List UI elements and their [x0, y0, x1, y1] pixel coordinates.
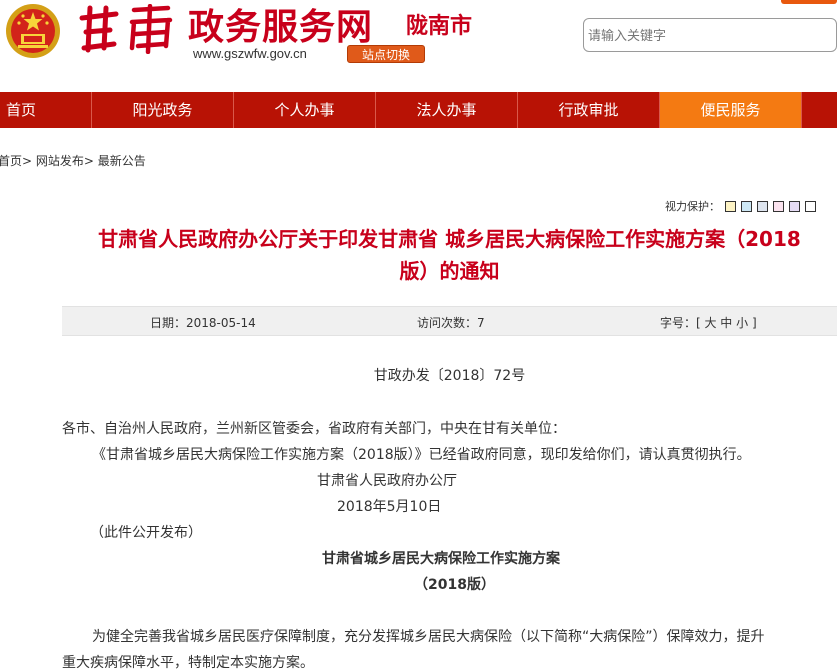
- plan-subtitle: （2018版）: [414, 577, 495, 593]
- color-swatch-purple[interactable]: [789, 200, 800, 212]
- nav-item-approval[interactable]: 行政审批: [518, 92, 660, 128]
- article-date: 日期：2018-05-14: [150, 316, 256, 330]
- search-box: [583, 18, 837, 52]
- breadcrumb-separator: >: [22, 154, 36, 168]
- breadcrumb-separator: >: [83, 154, 98, 168]
- article-visits: 访问次数：7: [417, 316, 485, 330]
- color-swatch-white[interactable]: [805, 200, 816, 212]
- public-note: （此件公开发布）: [90, 525, 202, 541]
- color-swatch-blue[interactable]: [741, 200, 752, 212]
- nav-item-corporate[interactable]: 法人办事: [376, 92, 518, 128]
- nav-item-convenience[interactable]: 便民服务: [660, 92, 802, 128]
- top-accent-bar: [781, 0, 837, 4]
- search-input[interactable]: [588, 26, 828, 46]
- issue-date: 2018年5月10日: [337, 499, 442, 515]
- font-size-switcher[interactable]: 字号：[ 大 中 小 ]: [660, 314, 757, 331]
- color-swatch-pink[interactable]: [773, 200, 784, 212]
- color-swatch-yellow[interactable]: [725, 200, 736, 212]
- nav-item-personal[interactable]: 个人办事: [234, 92, 376, 128]
- plan-title: 甘肃省城乡居民大病保险工作实施方案: [322, 551, 560, 567]
- site-switch-button[interactable]: 站点切换: [347, 45, 425, 63]
- article-title-line2: 版）的通知: [399, 259, 500, 283]
- site-header: 政务服务网 陇南市 www.gszwfw.gov.cn 站点切换: [0, 0, 837, 92]
- nav-item-sunshine-gov[interactable]: 阳光政务: [92, 92, 234, 128]
- article-info-bar: 日期：2018-05-14 访问次数：7 字号：[ 大 中 小 ]: [62, 306, 837, 336]
- article-title-line1: 甘肃省人民政府办公厅关于印发甘肃省 城乡居民大病保险工作实施方案（2018: [98, 227, 801, 251]
- gansu-calligraphy-logo: [79, 4, 173, 54]
- breadcrumb: 首页> 网站发布> 最新公告: [0, 152, 146, 169]
- addressee: 各市、自治州人民政府，兰州新区管委会，省政府有关部门，中央在甘有关单位：: [62, 421, 566, 437]
- city-name: 陇南市: [406, 14, 473, 39]
- nav-item-home[interactable]: 首页: [0, 92, 92, 128]
- vision-protection-label: 视力保护：: [665, 200, 720, 213]
- national-emblem-icon: [6, 4, 60, 58]
- main-nav: 首页 阳光政务 个人办事 法人办事 行政审批 便民服务: [0, 92, 837, 128]
- paragraph-line: 为健全完善我省城乡居民医疗保障制度，充分发挥城乡居民大病保险（以下简称“大病保险…: [92, 629, 765, 645]
- document-number: 甘政办发〔2018〕72号: [373, 368, 526, 384]
- site-name[interactable]: 政务服务网: [188, 0, 373, 50]
- color-swatch-gray-blue[interactable]: [757, 200, 768, 212]
- issuer: 甘肃省人民政府办公厅: [317, 473, 457, 489]
- vision-protection: 视力保护：: [665, 198, 816, 214]
- breadcrumb-home[interactable]: 首页: [0, 154, 22, 168]
- breadcrumb-publish[interactable]: 网站发布: [36, 154, 84, 168]
- article-title: 甘肃省人民政府办公厅关于印发甘肃省 城乡居民大病保险工作实施方案（2018 版）…: [62, 223, 837, 287]
- paragraph-line: 重大疾病保障水平，特制定本实施方案。: [62, 655, 314, 671]
- breadcrumb-notices[interactable]: 最新公告: [98, 154, 146, 168]
- body-paragraph: 《甘肃省城乡居民大病保险工作实施方案（2018版）》已经省政府同意，现印发给你们…: [92, 447, 751, 463]
- site-url: www.gszwfw.gov.cn: [193, 46, 307, 61]
- nav-spacer: [802, 92, 837, 128]
